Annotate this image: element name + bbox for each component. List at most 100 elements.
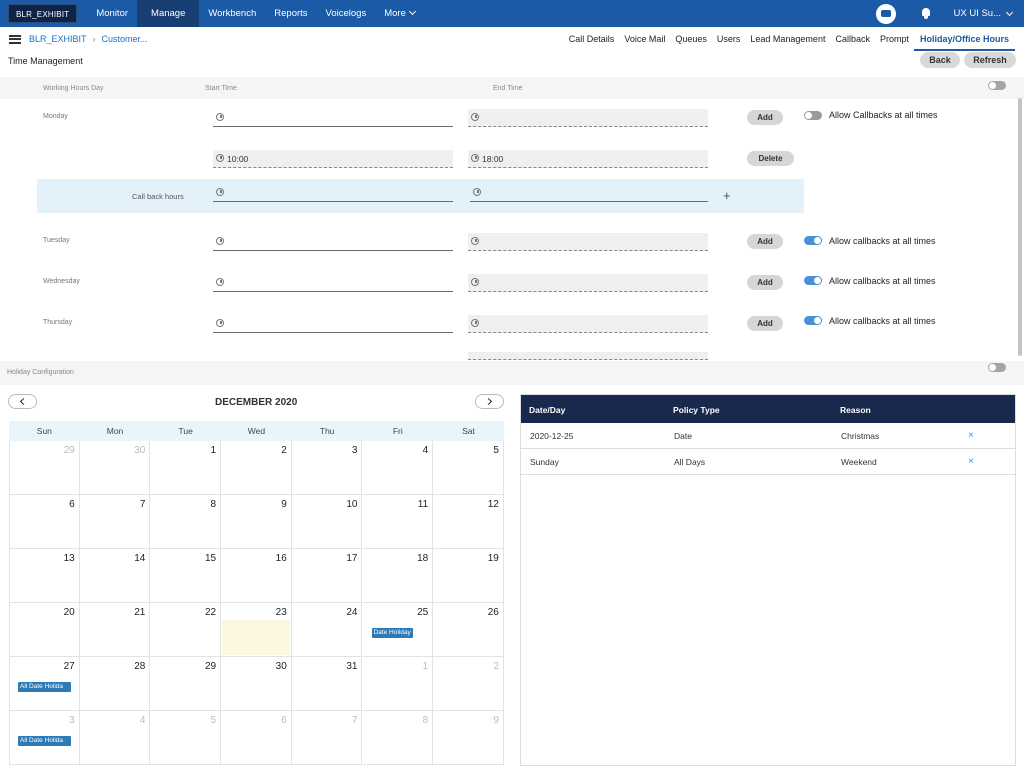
calendar-day-cell[interactable]: 19 <box>433 549 504 603</box>
delete-row-icon[interactable]: × <box>968 456 974 467</box>
tab-callback[interactable]: Callback <box>830 27 875 51</box>
breadcrumb-workspace[interactable]: BLR_EXHIBIT <box>29 34 87 44</box>
calendar-day-cell[interactable]: 23 <box>221 603 292 657</box>
refresh-button[interactable]: Refresh <box>964 52 1016 68</box>
wednesday-allow-callbacks-toggle[interactable] <box>804 276 822 285</box>
tab-users[interactable]: Users <box>712 27 746 51</box>
back-button[interactable]: Back <box>920 52 960 68</box>
calendar-day-cell[interactable]: 27 All Date Holida <box>9 657 80 711</box>
tab-lead-management[interactable]: Lead Management <box>745 27 830 51</box>
calendar-day-cell[interactable]: 5 <box>150 711 222 765</box>
thursday-add-button[interactable]: Add <box>747 316 783 331</box>
calendar-day-cell[interactable]: 5 <box>433 441 504 495</box>
hamburger-menu-icon[interactable] <box>9 34 21 44</box>
brand-badge[interactable]: BLR_EXHIBIT <box>8 4 78 23</box>
calendar-day-cell[interactable]: 4 <box>79 711 151 765</box>
calendar-day-cell[interactable]: 14 <box>79 549 151 603</box>
working-hours-toggle[interactable] <box>988 81 1006 90</box>
calendar-day-cell[interactable]: 3 All Date Holida <box>9 711 80 765</box>
calendar-day-cell[interactable]: 8 <box>150 495 222 549</box>
nav-voicelogs[interactable]: Voicelogs <box>317 0 376 27</box>
chevron-down-icon[interactable] <box>1005 8 1014 16</box>
working-hours-scrollbar[interactable] <box>1018 98 1022 356</box>
calendar-day-cell[interactable]: 29 <box>150 657 222 711</box>
monday-add-button[interactable]: Add <box>747 110 783 125</box>
tab-queues[interactable]: Queues <box>670 27 712 51</box>
calendar-next-button[interactable] <box>475 394 504 409</box>
nav-reports[interactable]: Reports <box>265 0 316 27</box>
bell-icon[interactable] <box>921 8 931 19</box>
nav-workbench[interactable]: Workbench <box>199 0 265 27</box>
calendar-day-cell[interactable]: 21 <box>79 603 151 657</box>
calendar-day-cell[interactable]: 8 <box>362 711 434 765</box>
monday-slot-end-input[interactable]: 18:00 <box>468 150 708 168</box>
calendar-day-cell[interactable]: 28 <box>79 657 151 711</box>
callback-start-input[interactable] <box>213 184 453 202</box>
calendar-day-cell[interactable]: 31 <box>291 657 363 711</box>
nav-manage[interactable]: Manage <box>137 0 200 27</box>
calendar-day-cell[interactable]: 20 <box>9 603 80 657</box>
calendar-day-cell[interactable]: 24 <box>291 603 363 657</box>
calendar-day-cell[interactable]: 10 <box>291 495 363 549</box>
calendar-day-cell[interactable]: 17 <box>291 549 363 603</box>
friday-start-input-partial[interactable] <box>213 352 453 360</box>
calendar-day-cell[interactable]: 2 <box>433 657 504 711</box>
calendar-day-cell[interactable]: 25 Date Holiday <box>362 603 434 657</box>
thursday-start-input[interactable] <box>213 315 453 333</box>
friday-end-input-partial[interactable] <box>468 352 708 360</box>
calendar-day-cell[interactable]: 26 <box>433 603 504 657</box>
callback-end-input[interactable] <box>470 184 708 202</box>
holiday-event-badge[interactable]: Date Holiday <box>371 628 413 638</box>
calendar-day-cell[interactable]: 22 <box>150 603 222 657</box>
calendar-day-cell[interactable]: 18 <box>362 549 434 603</box>
calendar-day-cell[interactable]: 1 <box>362 657 434 711</box>
tuesday-start-input[interactable] <box>213 233 453 251</box>
calendar-day-cell[interactable]: 7 <box>79 495 151 549</box>
wednesday-start-input[interactable] <box>213 274 453 292</box>
user-menu[interactable]: UX UI Su... <box>953 8 1001 19</box>
tab-prompt[interactable]: Prompt <box>875 27 914 51</box>
monday-slot-start-input[interactable]: 10:00 <box>213 150 453 168</box>
calendar-day-cell[interactable]: 9 <box>221 495 292 549</box>
holiday-event-badge[interactable]: All Date Holida <box>18 736 71 746</box>
calendar-day-cell[interactable]: 29 <box>9 441 80 495</box>
calendar-day-cell[interactable]: 1 <box>150 441 222 495</box>
calendar-day-cell[interactable]: 2 <box>221 441 292 495</box>
calendar-day-cell[interactable]: 12 <box>433 495 504 549</box>
calendar-prev-button[interactable] <box>8 394 37 409</box>
thursday-allow-callbacks-toggle[interactable] <box>804 316 822 325</box>
calendar-day-cell[interactable]: 30 <box>221 657 292 711</box>
holiday-config-toggle[interactable] <box>988 363 1006 372</box>
tuesday-add-button[interactable]: Add <box>747 234 783 249</box>
calendar-day-cell[interactable]: 6 <box>221 711 292 765</box>
calendar-day-cell[interactable]: 13 <box>9 549 80 603</box>
wednesday-add-button[interactable]: Add <box>747 275 783 290</box>
calendar-day-cell[interactable]: 4 <box>362 441 434 495</box>
breadcrumb-customer[interactable]: Customer... <box>102 34 148 44</box>
tuesday-end-input[interactable] <box>468 233 708 251</box>
thursday-end-input[interactable] <box>468 315 708 333</box>
monday-end-input[interactable] <box>468 109 708 127</box>
monday-start-input[interactable] <box>213 109 453 127</box>
nav-more[interactable]: More <box>375 0 424 27</box>
wednesday-end-input[interactable] <box>468 274 708 292</box>
nav-monitor[interactable]: Monitor <box>87 0 137 27</box>
calendar-day-cell[interactable]: 6 <box>9 495 80 549</box>
add-callback-hours-icon[interactable]: + <box>723 188 731 203</box>
tuesday-allow-callbacks-toggle[interactable] <box>804 236 822 245</box>
calendar-day-cell[interactable]: 11 <box>362 495 434 549</box>
tab-call-details[interactable]: Call Details <box>564 27 620 51</box>
calendar-day-cell[interactable]: 9 <box>433 711 504 765</box>
tab-voice-mail[interactable]: Voice Mail <box>619 27 670 51</box>
calendar-day-cell[interactable]: 16 <box>221 549 292 603</box>
delete-row-icon[interactable]: × <box>968 430 974 441</box>
calendar-day-cell[interactable]: 30 <box>79 441 151 495</box>
holiday-event-badge[interactable]: All Date Holida <box>18 682 71 692</box>
monday-allow-callbacks-toggle[interactable] <box>804 111 822 120</box>
calendar-day-cell[interactable]: 15 <box>150 549 222 603</box>
calendar-day-cell[interactable]: 7 <box>291 711 363 765</box>
calendar-day-cell[interactable]: 3 <box>291 441 363 495</box>
chat-icon[interactable] <box>876 3 897 24</box>
tab-holiday-office-hours[interactable]: Holiday/Office Hours <box>913 27 1015 51</box>
monday-delete-button[interactable]: Delete <box>747 151 794 166</box>
